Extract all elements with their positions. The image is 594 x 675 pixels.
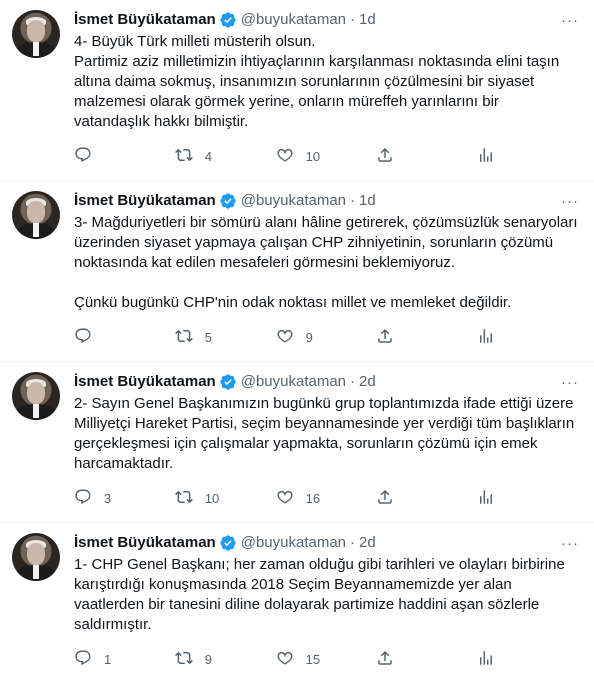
tweet-actions: 1 9 15 <box>74 643 578 675</box>
analytics-button[interactable] <box>477 488 578 509</box>
author-name[interactable]: İsmet Büyükataman <box>74 191 216 211</box>
tweet[interactable]: İsmet Büyükataman @buyukataman · 2d ··· … <box>0 362 594 523</box>
reply-icon <box>74 327 92 348</box>
retweet-count: 4 <box>204 148 213 164</box>
author-handle[interactable]: @buyukataman <box>241 191 346 211</box>
tweet-header: İsmet Büyükataman @buyukataman · 1d <box>74 191 578 211</box>
retweet-icon <box>174 488 193 509</box>
reply-button[interactable]: 3 <box>74 488 175 509</box>
share-icon <box>376 327 394 348</box>
separator-dot: · <box>350 192 356 209</box>
tweet-text: 2- Sayın Genel Başkanımızın bugünkü grup… <box>74 395 575 472</box>
analytics-icon <box>477 488 495 509</box>
analytics-button[interactable] <box>477 327 578 348</box>
retweet-icon <box>174 146 193 167</box>
share-icon <box>376 649 394 670</box>
timeline: İsmet Büyükataman @buyukataman · 1d ··· … <box>0 0 594 675</box>
retweet-icon <box>174 327 193 348</box>
tweet-time[interactable]: 1d <box>359 10 376 30</box>
share-icon <box>376 488 394 509</box>
author-handle[interactable]: @buyukataman <box>241 10 346 30</box>
verified-badge-icon <box>219 373 237 391</box>
tweet-actions: 3 10 16 <box>74 482 578 514</box>
more-options-icon[interactable]: ··· <box>560 10 580 30</box>
author-handle[interactable]: @buyukataman <box>241 372 346 392</box>
retweet-button[interactable]: 5 <box>174 327 276 348</box>
tweet-header: İsmet Büyükataman @buyukataman · 2d <box>74 372 578 392</box>
heart-icon <box>276 488 294 509</box>
analytics-button[interactable] <box>477 649 578 670</box>
tweet[interactable]: İsmet Büyükataman @buyukataman · 2d ··· … <box>0 523 594 675</box>
avatar[interactable] <box>12 372 60 420</box>
tweet-time[interactable]: 2d <box>359 372 376 392</box>
analytics-icon <box>477 649 495 670</box>
verified-badge-icon <box>219 534 237 552</box>
like-button[interactable]: 16 <box>276 488 377 509</box>
tweet-header: İsmet Büyükataman @buyukataman · 1d <box>74 10 578 30</box>
retweet-button[interactable]: 10 <box>174 488 276 509</box>
reply-button[interactable]: 1 <box>74 649 175 670</box>
reply-count: 3 <box>104 490 112 506</box>
like-count: 16 <box>305 490 321 506</box>
retweet-count: 10 <box>204 490 220 506</box>
reply-icon <box>74 146 92 167</box>
tweet[interactable]: İsmet Büyükataman @buyukataman · 1d ··· … <box>0 0 594 181</box>
author-name[interactable]: İsmet Büyükataman <box>74 372 216 392</box>
reply-icon <box>74 649 92 670</box>
more-options-icon[interactable]: ··· <box>560 372 580 392</box>
tweet-text: 1- CHP Genel Başkanı; her zaman olduğu g… <box>74 556 565 633</box>
tweet-header: İsmet Büyükataman @buyukataman · 2d <box>74 533 578 553</box>
retweet-icon <box>174 649 193 670</box>
tweet[interactable]: İsmet Büyükataman @buyukataman · 1d ··· … <box>0 181 594 362</box>
avatar[interactable] <box>12 10 60 58</box>
author-name[interactable]: İsmet Büyükataman <box>74 10 216 30</box>
separator-dot: · <box>350 373 356 390</box>
like-button[interactable]: 10 <box>276 146 377 167</box>
reply-icon <box>74 488 92 509</box>
separator-dot: · <box>350 11 356 28</box>
like-count: 10 <box>305 148 321 164</box>
more-options-icon[interactable]: ··· <box>560 533 580 553</box>
analytics-button[interactable] <box>477 146 578 167</box>
heart-icon <box>276 649 294 670</box>
verified-badge-icon <box>219 192 237 210</box>
author-handle[interactable]: @buyukataman <box>241 533 346 553</box>
share-button[interactable] <box>376 488 477 509</box>
like-count: 9 <box>305 329 313 345</box>
more-options-icon[interactable]: ··· <box>560 191 580 211</box>
tweet-text: 4- Büyük Türk milleti müsterih olsun. Pa… <box>74 33 560 130</box>
avatar[interactable] <box>12 533 60 581</box>
retweet-count: 5 <box>204 329 213 345</box>
verified-badge-icon <box>219 11 237 29</box>
author-name[interactable]: İsmet Büyükataman <box>74 533 216 553</box>
analytics-icon <box>477 327 495 348</box>
share-button[interactable] <box>376 327 477 348</box>
heart-icon <box>276 146 294 167</box>
like-button[interactable]: 9 <box>276 327 377 348</box>
reply-button[interactable] <box>74 327 175 348</box>
separator-dot: · <box>350 534 356 551</box>
share-button[interactable] <box>376 649 477 670</box>
tweet-text: 3- Mağduriyetleri bir sömürü alanı hâlin… <box>74 214 578 311</box>
tweet-time[interactable]: 1d <box>359 191 376 211</box>
retweet-count: 9 <box>204 651 213 667</box>
share-icon <box>376 146 394 167</box>
retweet-button[interactable]: 4 <box>174 146 276 167</box>
like-count: 15 <box>305 651 321 667</box>
tweet-actions: 5 9 <box>74 321 578 353</box>
retweet-button[interactable]: 9 <box>174 649 276 670</box>
reply-button[interactable] <box>74 146 175 167</box>
heart-icon <box>276 327 294 348</box>
like-button[interactable]: 15 <box>276 649 377 670</box>
avatar[interactable] <box>12 191 60 239</box>
share-button[interactable] <box>376 146 477 167</box>
analytics-icon <box>477 146 495 167</box>
tweet-actions: 4 10 <box>74 140 578 172</box>
reply-count: 1 <box>104 651 112 667</box>
tweet-time[interactable]: 2d <box>359 533 376 553</box>
